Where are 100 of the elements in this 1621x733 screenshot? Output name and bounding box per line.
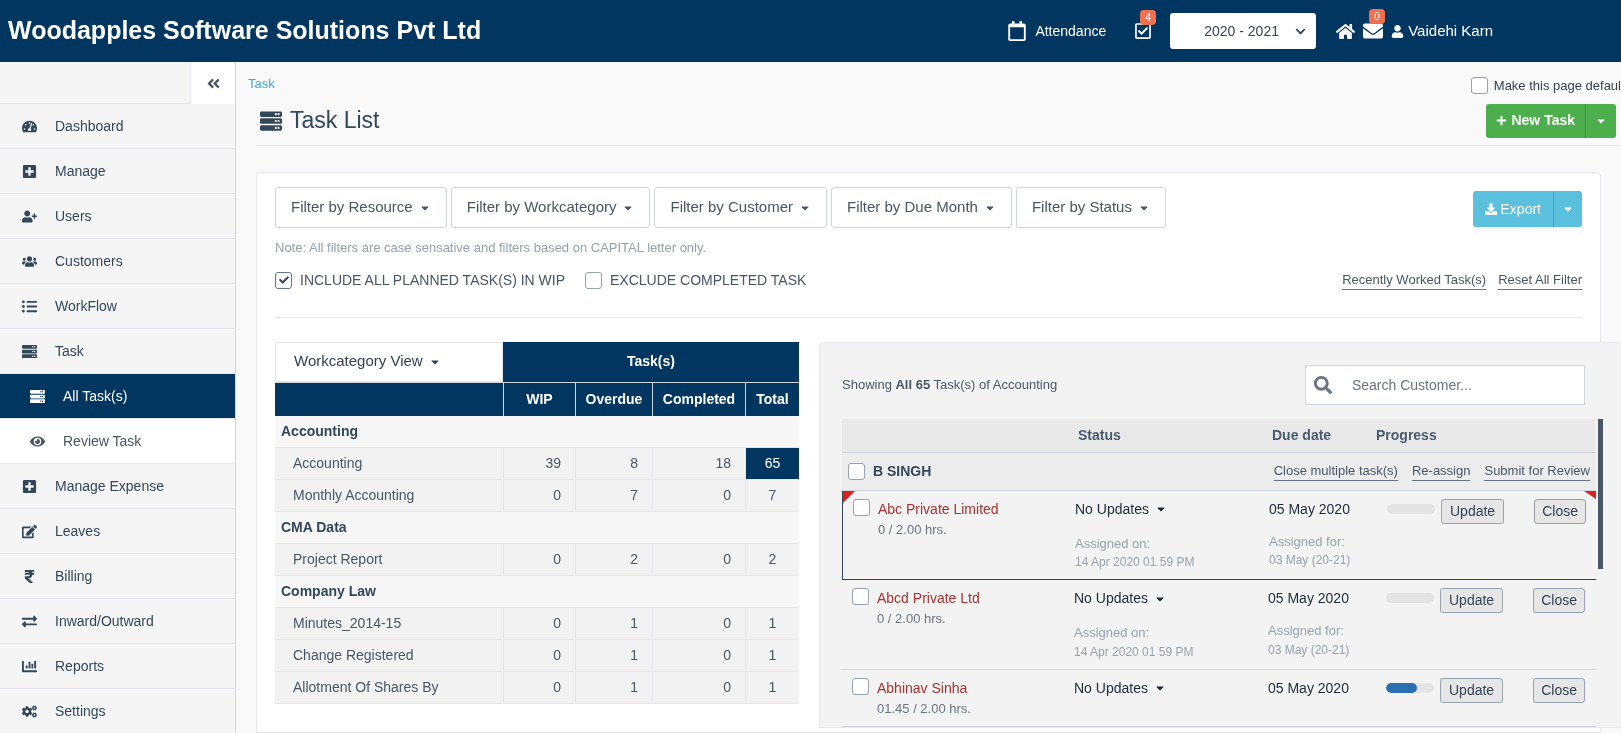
- download-icon: [1484, 203, 1497, 215]
- table-cell: 7: [575, 479, 652, 511]
- menu-icon: [22, 523, 37, 539]
- group-title: Company Law: [281, 581, 376, 601]
- status-dropdown[interactable]: No Updates: [1075, 498, 1167, 520]
- table-cell-text: Minutes_2014-15: [292, 613, 403, 633]
- row-checkbox[interactable]: [853, 498, 870, 516]
- assigned-for-date: 03 May (20-21): [1269, 552, 1352, 569]
- collapse-sidebar-button[interactable]: [190, 62, 235, 104]
- search-icon: [1313, 375, 1332, 394]
- filter-dropdown[interactable]: Filter by Status: [1015, 187, 1166, 228]
- row-checkbox[interactable]: [852, 677, 869, 695]
- group-title: CMA Data: [281, 517, 347, 537]
- make-default-label: Make this page defaul: [1493, 77, 1621, 95]
- mail-icon[interactable]: [1363, 21, 1384, 41]
- view-dropdown[interactable]: Workcategory View: [275, 341, 503, 382]
- status-dropdown[interactable]: No Updates: [1074, 677, 1166, 699]
- menu-icon: [22, 253, 37, 269]
- table-cell: 0: [503, 543, 575, 575]
- filter-link[interactable]: Reset All Filter: [1498, 269, 1582, 291]
- menu-icon: [30, 388, 45, 404]
- menu-icon: [22, 478, 37, 494]
- table-cell: 1: [575, 671, 652, 703]
- due-date: 05 May 2020: [1268, 589, 1350, 608]
- column-header: WIP: [503, 382, 575, 416]
- option-label: INCLUDE ALL PLANNED TASK(S) IN WIP: [300, 270, 566, 290]
- update-button[interactable]: Update: [1440, 588, 1504, 613]
- showing-text: Showing All 65 Task(s) of Accounting: [842, 375, 1058, 394]
- action-link[interactable]: Close multiple task(s): [1273, 460, 1398, 482]
- update-button[interactable]: Update: [1440, 677, 1504, 703]
- table-cell: 0: [503, 671, 575, 703]
- table-cell-text: Change Registered: [292, 645, 415, 665]
- table-cell: 0: [652, 479, 745, 511]
- sidebar-subitem[interactable]: All Task(s): [0, 374, 235, 419]
- menu-icon: [22, 343, 37, 359]
- group-title: Accounting: [281, 421, 358, 441]
- check-icon: [278, 275, 289, 285]
- option-checkbox[interactable]: [275, 271, 292, 289]
- task-check-icon[interactable]: [1134, 22, 1153, 40]
- close-button[interactable]: Close: [1533, 588, 1585, 613]
- filter-link[interactable]: Recently Worked Task(s): [1342, 269, 1487, 291]
- user-icon: [1391, 24, 1405, 38]
- option-checkbox[interactable]: [585, 271, 603, 289]
- column-header: Due date: [1272, 425, 1333, 445]
- year-select[interactable]: 2020 - 2021: [1170, 13, 1317, 49]
- hours-text: 01.45 / 2.00 hrs.: [877, 699, 971, 718]
- assigned-on-date: 14 Apr 2020 01 59 PM: [1074, 643, 1195, 661]
- filter-dropdown[interactable]: Filter by Workcategory: [450, 187, 651, 228]
- filter-dropdown[interactable]: Filter by Due Month: [831, 187, 1012, 228]
- table-cell: 0: [652, 543, 745, 575]
- total-cell[interactable]: 1: [745, 671, 799, 703]
- assigned-for-label: Assigned for:: [1269, 532, 1346, 551]
- update-button[interactable]: Update: [1441, 498, 1505, 524]
- due-date: 05 May 2020: [1268, 678, 1350, 698]
- menu-icon: [22, 658, 37, 674]
- table-cell-text: Accounting: [292, 453, 364, 473]
- total-cell[interactable]: 1: [745, 607, 799, 639]
- due-date: 05 May 2020: [1269, 499, 1351, 519]
- table-cell: 39: [503, 447, 575, 479]
- table-cell-text: Allotment Of Shares By: [292, 677, 440, 697]
- assigned-on-label: Assigned on:: [1075, 534, 1152, 553]
- table-group-header: Task(s): [503, 341, 799, 382]
- home-icon[interactable]: [1336, 21, 1356, 41]
- menu-icon: [22, 208, 37, 224]
- total-cell[interactable]: 2: [745, 543, 799, 575]
- menu-icon: [22, 118, 37, 134]
- status-dropdown[interactable]: No Updates: [1074, 588, 1166, 609]
- customer-link[interactable]: Abc Private Limited: [878, 498, 999, 520]
- table-cell: 1: [575, 607, 652, 639]
- filter-dropdown[interactable]: Filter by Resource: [275, 187, 447, 228]
- hours-text: 0 / 2.00 hrs.: [877, 610, 947, 628]
- list-icon: [260, 109, 282, 132]
- customer-link[interactable]: Abhinav Sinha: [877, 677, 971, 699]
- table-cell: 0: [503, 607, 575, 639]
- group-checkbox[interactable]: [848, 462, 865, 480]
- mail-badge: 0: [1369, 9, 1385, 24]
- sidebar-subitem[interactable]: Review Task: [0, 419, 235, 464]
- close-button[interactable]: Close: [1534, 498, 1586, 524]
- total-cell[interactable]: 1: [745, 639, 799, 671]
- table-cell: 8: [575, 447, 652, 479]
- table-cell: 1: [575, 639, 652, 671]
- row-checkbox[interactable]: [852, 588, 869, 605]
- menu-icon: [22, 163, 37, 179]
- customer-link[interactable]: Abcd Private Ltd: [877, 588, 980, 609]
- search-field[interactable]: Search Customer...: [1304, 364, 1585, 405]
- calendar-icon[interactable]: [1007, 21, 1028, 41]
- action-link[interactable]: Re-assign: [1411, 460, 1471, 482]
- user-name[interactable]: Vaidehi Karn: [1408, 19, 1493, 43]
- close-button[interactable]: Close: [1533, 677, 1585, 703]
- action-link[interactable]: Submit for Review: [1484, 460, 1590, 482]
- table-cell-text: Project Report: [292, 549, 384, 569]
- assigned-on-label: Assigned on:: [1074, 624, 1151, 642]
- filter-dropdown[interactable]: Filter by Customer: [654, 187, 827, 228]
- attendance-link[interactable]: Attendance: [1035, 20, 1107, 42]
- column-header: Total: [745, 382, 799, 416]
- notification-badge: 4: [1140, 10, 1156, 25]
- flag-corner-icon: [1583, 490, 1596, 499]
- total-cell[interactable]: 65: [745, 447, 799, 479]
- total-cell[interactable]: 7: [745, 479, 799, 511]
- default-checkbox[interactable]: [1470, 77, 1488, 95]
